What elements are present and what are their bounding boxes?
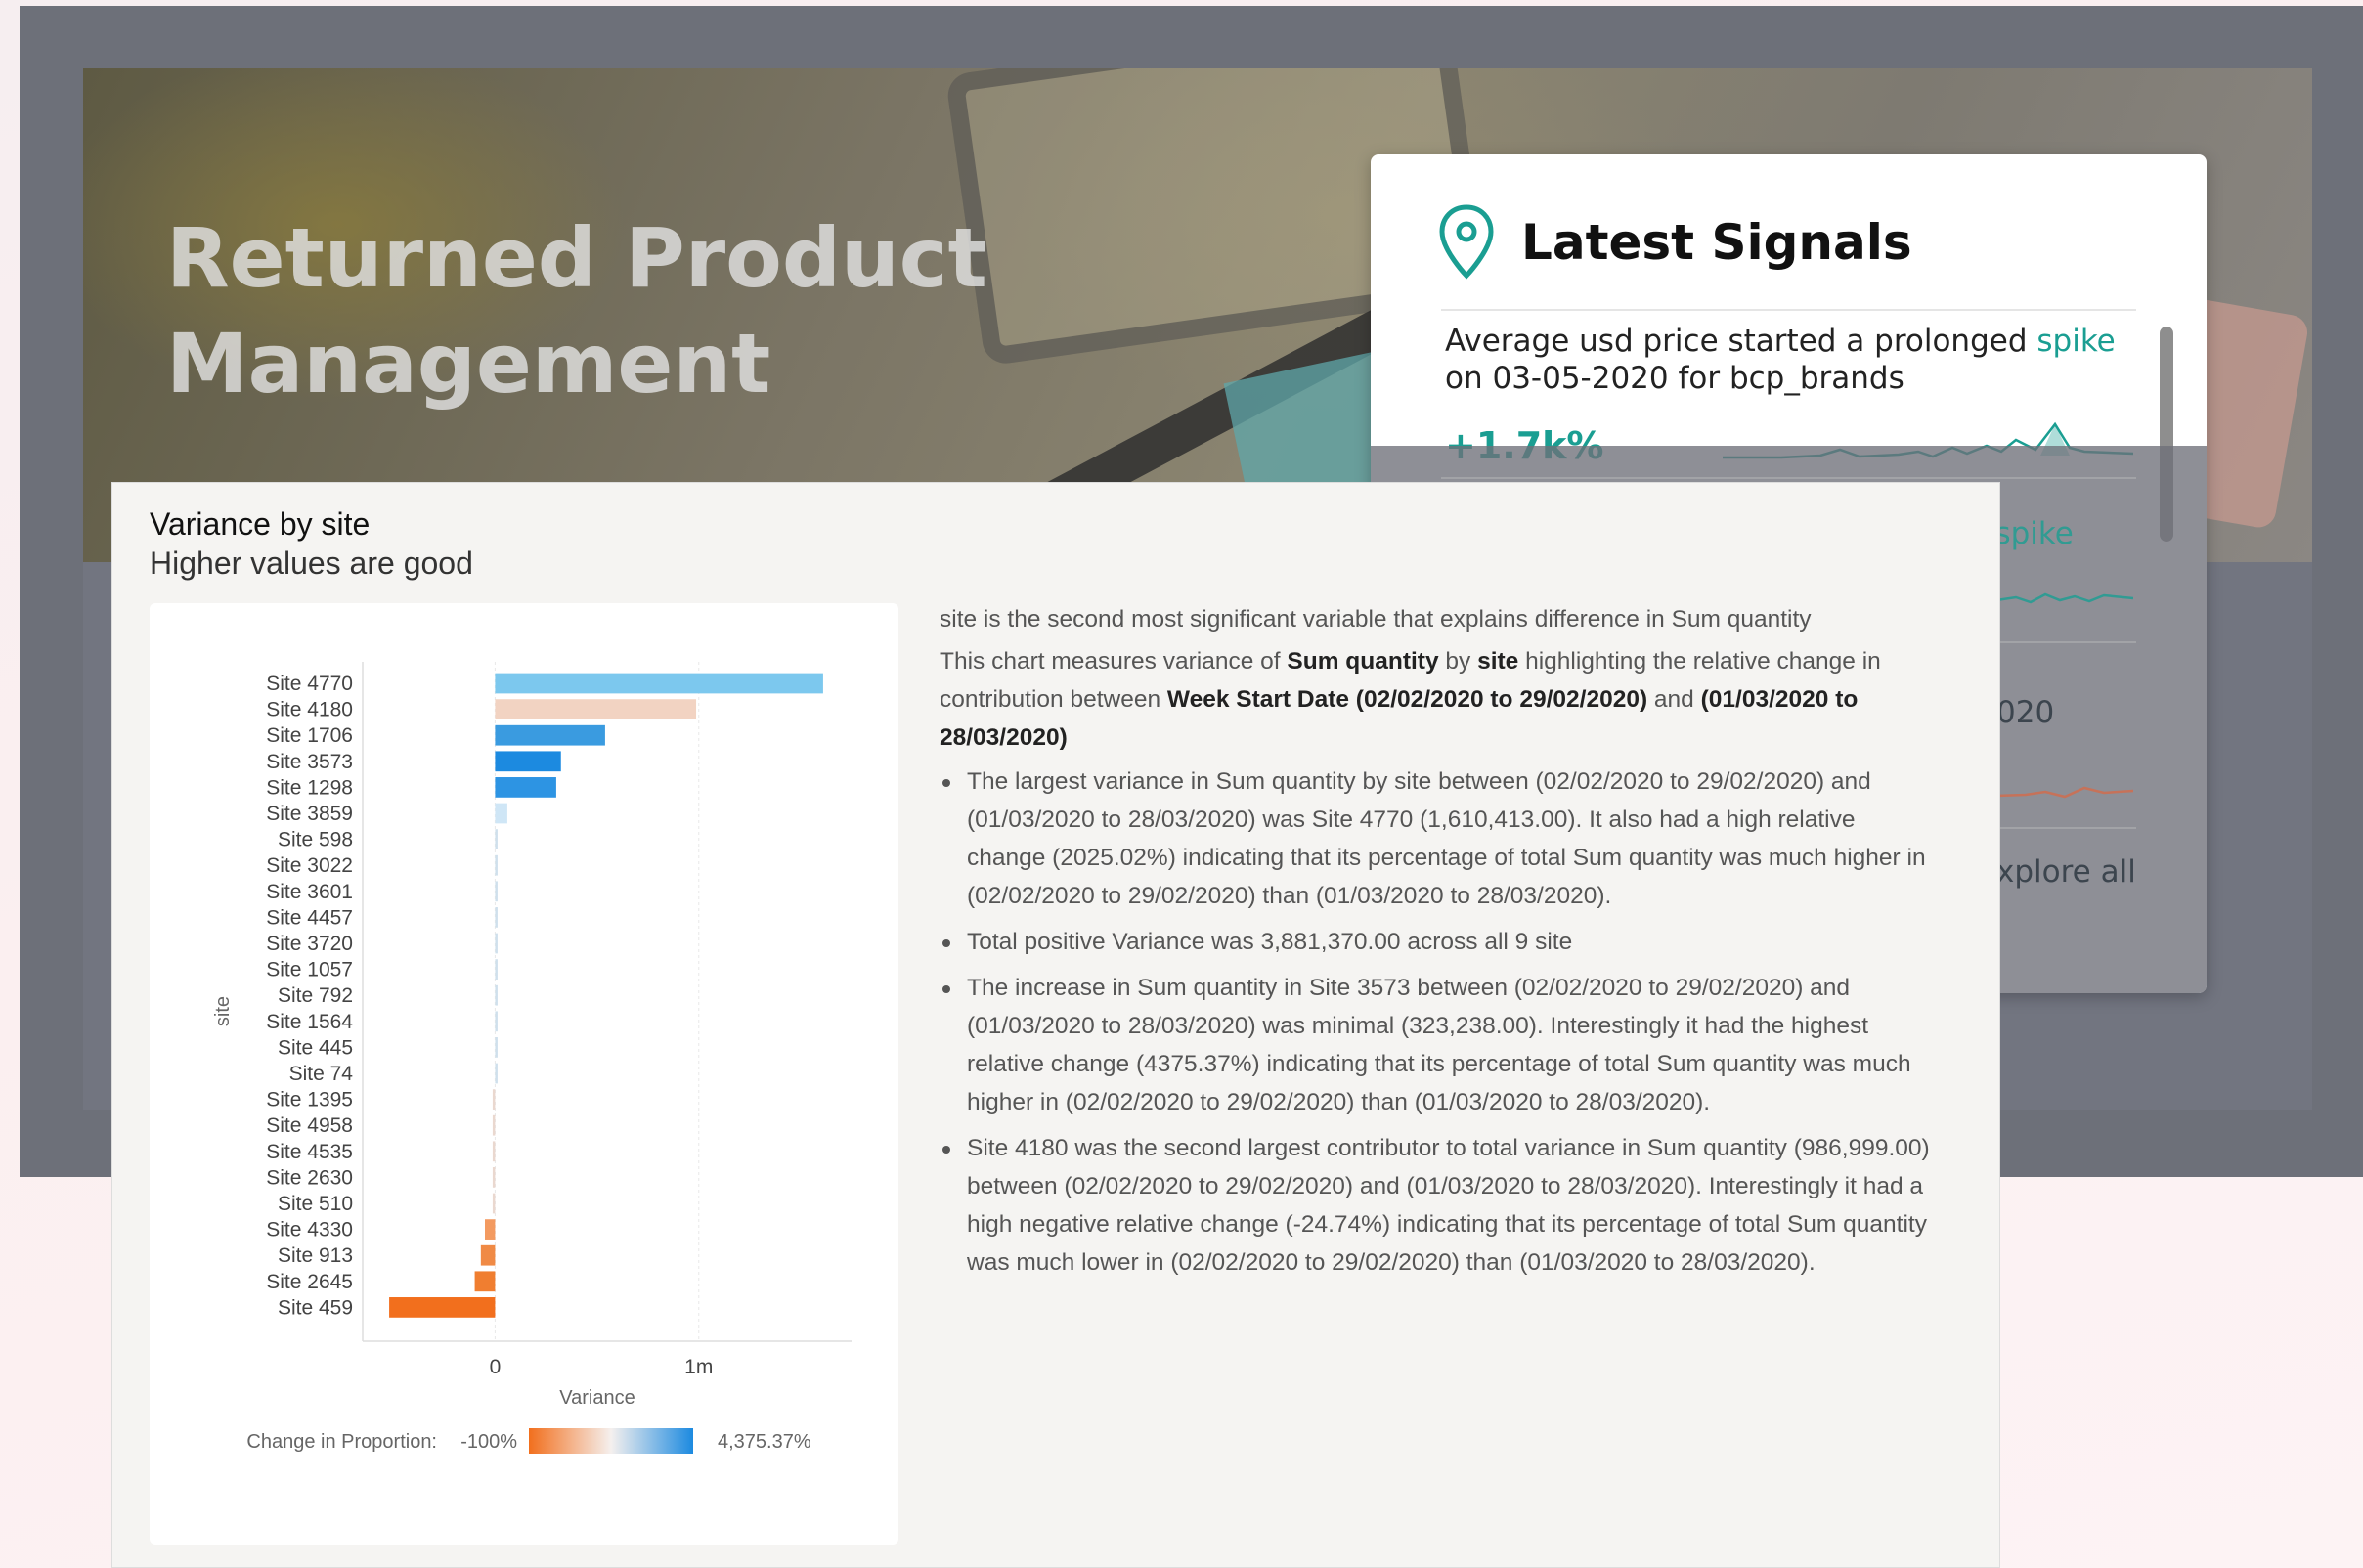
- hero-title: Returned Product Management: [166, 205, 1007, 416]
- desc-text: This chart measures variance of: [940, 648, 1288, 675]
- legend-min-label: -100%: [460, 1431, 517, 1453]
- chart-y-axis-label: site: [212, 996, 234, 1026]
- chart-y-tick-label: Site 792: [278, 984, 353, 1007]
- signals-divider: [1441, 309, 2136, 311]
- chart-y-tick-label: Site 4535: [266, 1141, 353, 1163]
- desc-text: and: [1647, 686, 1701, 713]
- location-pin-icon: [1439, 204, 1494, 280]
- insights-bullets: The largest variance in Sum quantity by …: [940, 762, 1937, 1282]
- chart-y-tick-label: Site 1298: [266, 776, 353, 799]
- signal-item-3-fragment: 020: [1996, 695, 2055, 730]
- chart-y-tick-label: Site 1564: [266, 1011, 353, 1033]
- chart-y-tick-label: Site 3601: [266, 881, 353, 903]
- chart-bar: [495, 724, 605, 746]
- chart-bar: [492, 1167, 496, 1188]
- chart-y-tick-labels: Site 4770 Site 4180 Site 1706 Site 3573 Site…: [266, 673, 353, 1319]
- variance-chart: Site 4770 Site 4180 Site 1706 Site 3573 Site…: [212, 662, 852, 1454]
- chart-y-tick-label: Site 74: [289, 1063, 354, 1085]
- chart-bar: [495, 854, 498, 876]
- panel-subtitle: Higher values are good: [150, 545, 473, 581]
- signal-sparkline-2: [1996, 592, 2133, 604]
- chart-y-tick-label: Site 4180: [266, 699, 353, 721]
- chart-bar: [480, 1244, 496, 1266]
- chart-x-tick-label: 1m: [684, 1356, 713, 1378]
- chart-y-tick-label: Site 4457: [266, 906, 353, 929]
- chart-y-tick-label: Site 4958: [266, 1114, 353, 1137]
- chart-bar: [492, 1114, 496, 1136]
- hero-title-line2: Management: [166, 316, 771, 412]
- legend-gradient-bar: [529, 1428, 693, 1454]
- signals-header: Latest Signals: [1437, 203, 1912, 282]
- chart-x-tick-label: 0: [490, 1356, 502, 1378]
- chart-x-axis-label: Variance: [559, 1387, 635, 1409]
- chart-y-tick-label: Site 2630: [266, 1166, 353, 1189]
- chart-bar: [495, 959, 498, 980]
- signal-sparkline-3: [1996, 786, 2133, 799]
- chart-y-tick-label: Site 2645: [266, 1271, 353, 1293]
- chart-bar: [492, 1141, 496, 1162]
- desc-bold: site: [1477, 648, 1519, 675]
- explore-all-link[interactable]: xplore all: [1996, 854, 2136, 890]
- chart-bar: [485, 1219, 496, 1240]
- chart-y-tick-label: Site 3573: [266, 751, 353, 773]
- chart-y-tick-label: Site 1706: [266, 724, 353, 747]
- insights-intro: site is the second most significant vari…: [940, 606, 1812, 632]
- desc-bold: Sum quantity: [1287, 648, 1439, 675]
- chart-y-tick-label: Site 510: [278, 1193, 353, 1215]
- insights-text: site is the second most significant vari…: [940, 600, 1937, 1289]
- signal-text-part: Average usd price started a prolonged: [1445, 324, 2037, 359]
- chart-bar: [492, 1193, 496, 1214]
- chart-bar: [495, 673, 823, 694]
- signals-title: Latest Signals: [1521, 214, 1912, 271]
- chart-bar: [495, 984, 498, 1006]
- chart-bar: [495, 1063, 498, 1084]
- chart-bar: [495, 751, 561, 772]
- signal-divider: [1441, 477, 2136, 479]
- chart-bar: [389, 1297, 496, 1318]
- chart-bar: [495, 881, 498, 902]
- signal-text-part: on 03-05-2020 for bcp_brands: [1445, 361, 1904, 396]
- chart-y-tick-label: Site 3022: [266, 854, 353, 877]
- insight-bullet: The increase in Sum quantity in Site 357…: [940, 969, 1937, 1121]
- insight-bullet: Total positive Variance was 3,881,370.00…: [940, 923, 1937, 961]
- chart-bar: [495, 933, 498, 954]
- chart-bar: [495, 1037, 498, 1058]
- hero-title-line1: Returned Product: [166, 210, 987, 306]
- variance-panel: Variance by site Higher values are good …: [111, 482, 2000, 1568]
- chart-bars: [389, 673, 823, 1318]
- chart-y-tick-label: Site 1057: [266, 959, 353, 981]
- chart-legend: Change in Proportion: -100% 4,375.37%: [246, 1428, 811, 1454]
- variance-chart-card: Site 4770 Site 4180 Site 1706 Site 3573 Site…: [150, 603, 898, 1545]
- chart-y-tick-label: Site 598: [278, 829, 353, 851]
- chart-bar: [492, 1089, 496, 1110]
- chart-y-tick-label: Site 1395: [266, 1089, 353, 1111]
- desc-text: by: [1438, 648, 1478, 675]
- chart-bar: [495, 777, 556, 798]
- signal-text-accent: spike: [2036, 324, 2116, 359]
- chart-bar: [495, 803, 507, 824]
- panel-title: Variance by site: [150, 506, 371, 542]
- insight-bullet: The largest variance in Sum quantity by …: [940, 762, 1937, 915]
- legend-label: Change in Proportion:: [246, 1431, 437, 1453]
- chart-y-tick-label: Site 913: [278, 1244, 353, 1267]
- chart-bar: [474, 1271, 496, 1292]
- chart-y-tick-label: Site 4330: [266, 1219, 353, 1241]
- legend-max-label: 4,375.37%: [718, 1431, 811, 1453]
- chart-bar: [495, 829, 498, 849]
- signal-item-1-text[interactable]: Average usd price started a prolonged sp…: [1445, 323, 2129, 397]
- chart-grid: [362, 662, 852, 1342]
- insight-bullet: Site 4180 was the second largest contrib…: [940, 1129, 1937, 1282]
- chart-y-tick-label: Site 3859: [266, 803, 353, 825]
- chart-y-tick-label: Site 445: [278, 1036, 353, 1059]
- chart-y-tick-label: Site 459: [278, 1296, 353, 1319]
- chart-bar: [495, 907, 498, 928]
- chart-bar: [495, 1011, 498, 1032]
- chart-bar: [495, 699, 697, 719]
- chart-y-tick-label: Site 4770: [266, 673, 353, 695]
- chart-x-tick-labels: 0 1m: [490, 1356, 714, 1378]
- desc-bold: Week Start Date (02/02/2020 to 29/02/202…: [1166, 686, 1648, 713]
- chart-y-tick-label: Site 3720: [266, 933, 353, 955]
- insights-description: This chart measures variance of Sum quan…: [940, 642, 1937, 757]
